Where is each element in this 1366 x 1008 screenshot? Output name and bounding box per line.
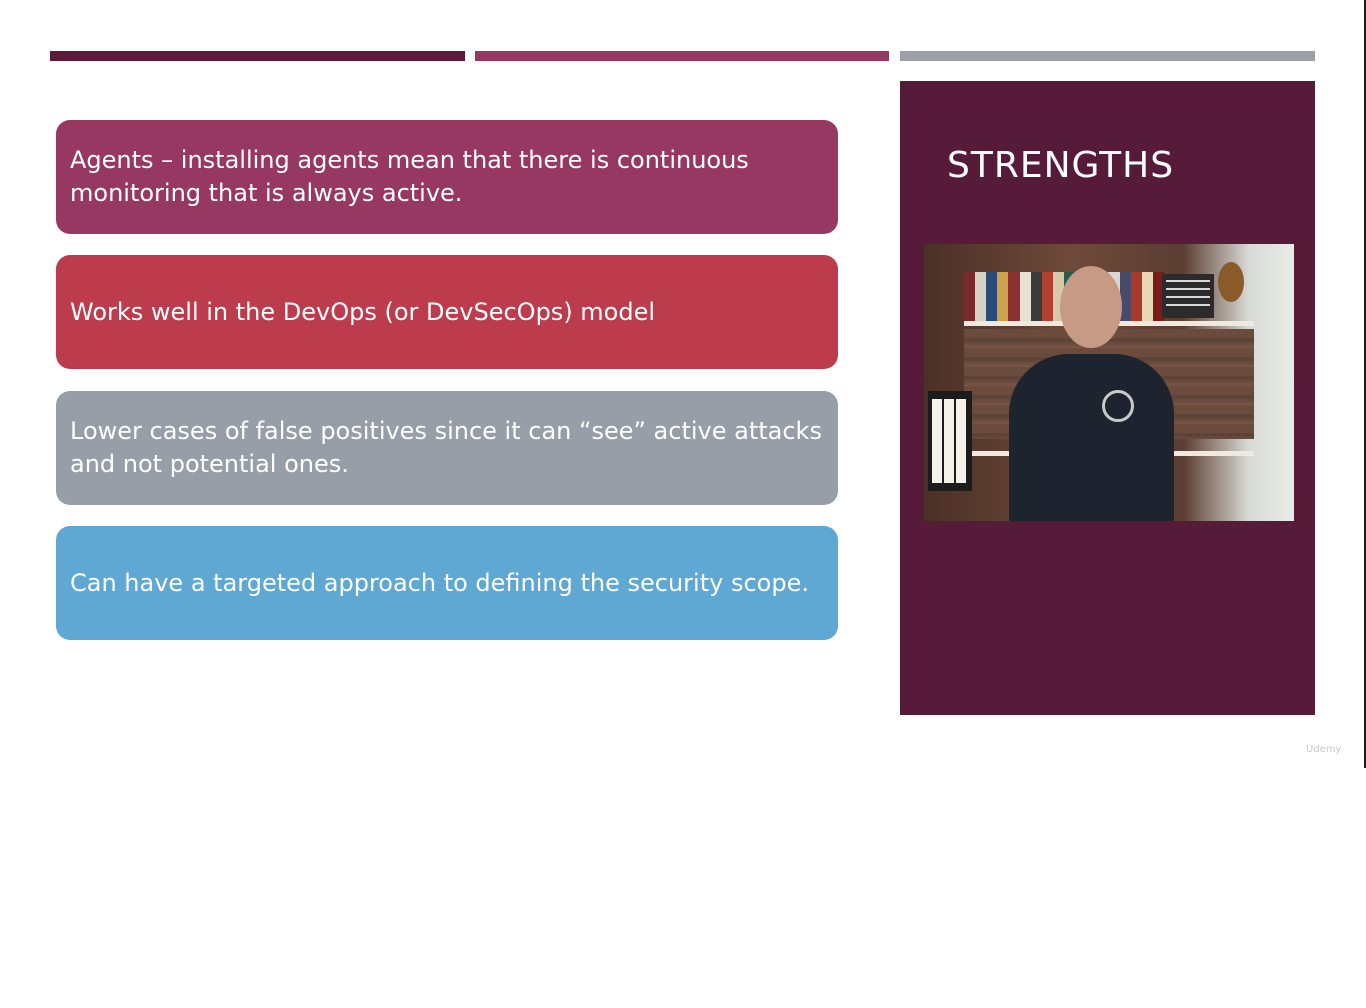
card-text: Can have a targeted approach to defining… — [70, 568, 809, 597]
top-accent-bar-2 — [475, 51, 889, 61]
side-panel: STRENGTHS — [900, 81, 1315, 715]
top-accent-bar-1 — [50, 51, 465, 61]
video-globe — [1218, 262, 1244, 302]
presenter-body — [1009, 354, 1174, 521]
top-accent-bar-3 — [900, 51, 1315, 61]
jacket-logo-icon — [1102, 390, 1134, 422]
video-lamp-panel — [932, 399, 968, 483]
card-text: Works well in the DevOps (or DevSecOps) … — [70, 297, 656, 326]
strength-card-agents: Agents – installing agents mean that the… — [56, 120, 838, 234]
side-title: STRENGTHS — [947, 145, 1175, 186]
slide: Agents – installing agents mean that the… — [0, 0, 1366, 768]
strength-card-false-positives: Lower cases of false positives since it … — [56, 391, 838, 505]
card-text: Lower cases of false positives since it … — [70, 417, 822, 478]
udemy-watermark-icon: Udemy — [1306, 744, 1342, 755]
card-text: Agents – installing agents mean that the… — [70, 146, 749, 207]
strength-card-targeted-scope: Can have a targeted approach to defining… — [56, 526, 838, 640]
presenter-video — [924, 244, 1294, 521]
strength-card-devops: Works well in the DevOps (or DevSecOps) … — [56, 255, 838, 369]
presenter-head — [1060, 266, 1122, 348]
empty-area — [0, 768, 1366, 1008]
video-crate-label — [1166, 280, 1210, 310]
